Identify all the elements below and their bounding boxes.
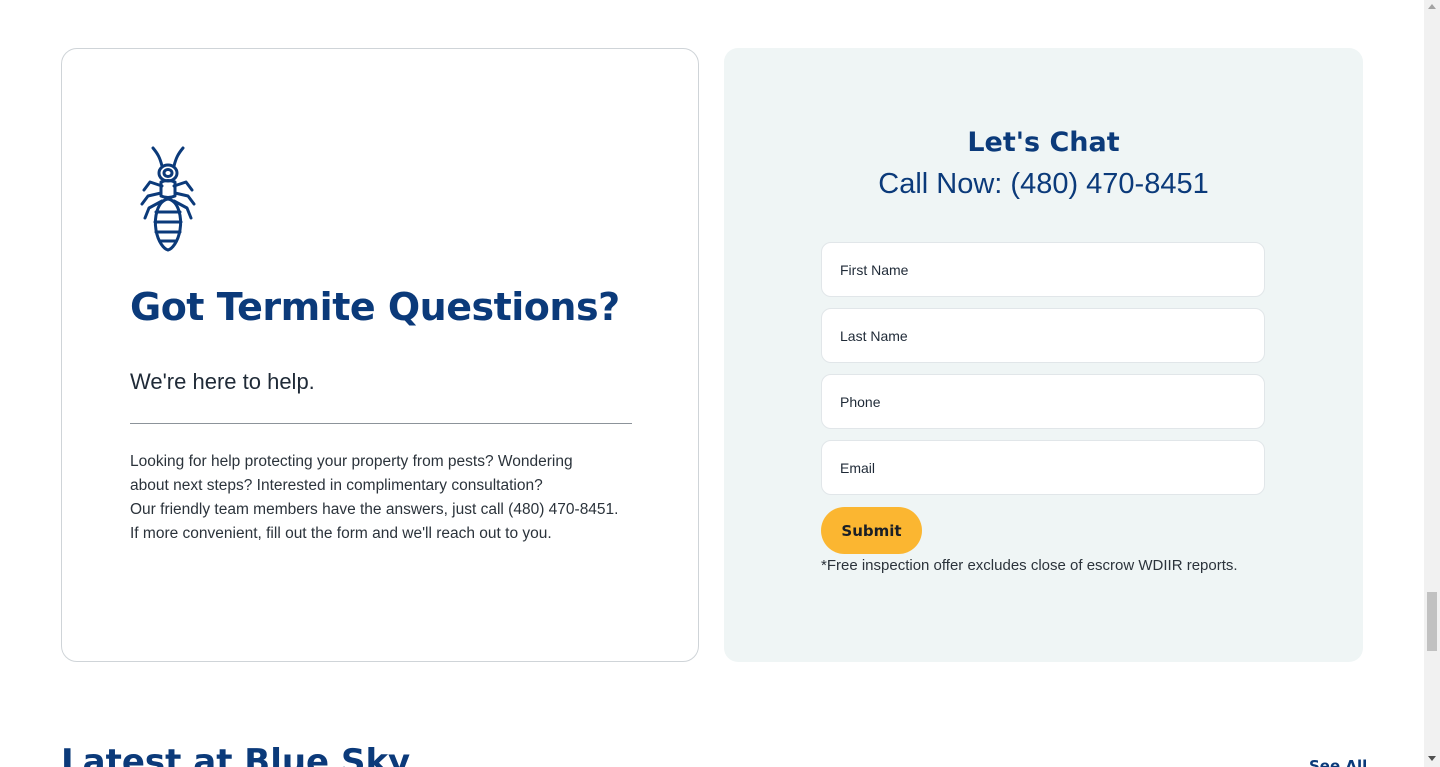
scrollbar-thumb[interactable] — [1427, 592, 1437, 651]
body-line: about next steps? Interested in complime… — [130, 477, 543, 494]
email-field[interactable] — [821, 440, 1265, 495]
submit-button[interactable]: Submit — [821, 507, 922, 554]
termite-icon — [140, 146, 196, 252]
first-name-field[interactable] — [821, 242, 1265, 297]
body-line: Our friendly team members have the answe… — [130, 501, 619, 518]
scroll-down-arrow-icon[interactable] — [1428, 756, 1436, 761]
card-subtitle: We're here to help. — [130, 369, 315, 394]
disclaimer-text: *Free inspection offer excludes close of… — [821, 557, 1238, 574]
call-now-phone-link[interactable]: Call Now: (480) 470-8451 — [724, 168, 1363, 201]
card-title: Got Termite Questions? — [130, 285, 620, 329]
termite-questions-card: Got Termite Questions? We're here to hel… — [61, 48, 699, 662]
divider — [130, 423, 632, 424]
card-body-text: Looking for help protecting your propert… — [130, 450, 640, 546]
body-line: If more convenient, fill out the form an… — [130, 525, 552, 542]
see-all-link[interactable]: See All — [1309, 757, 1367, 767]
vertical-scrollbar[interactable] — [1424, 0, 1440, 767]
scroll-up-arrow-icon[interactable] — [1428, 4, 1436, 9]
phone-field[interactable] — [821, 374, 1265, 429]
page: Got Termite Questions? We're here to hel… — [0, 0, 1424, 767]
last-name-field[interactable] — [821, 308, 1265, 363]
latest-section-title: Latest at Blue Sky — [61, 742, 411, 767]
chat-title: Let's Chat — [967, 127, 1120, 158]
contact-form-panel: Let's Chat Call Now: (480) 470-8451 Subm… — [724, 48, 1363, 662]
body-line: Looking for help protecting your propert… — [130, 453, 573, 470]
